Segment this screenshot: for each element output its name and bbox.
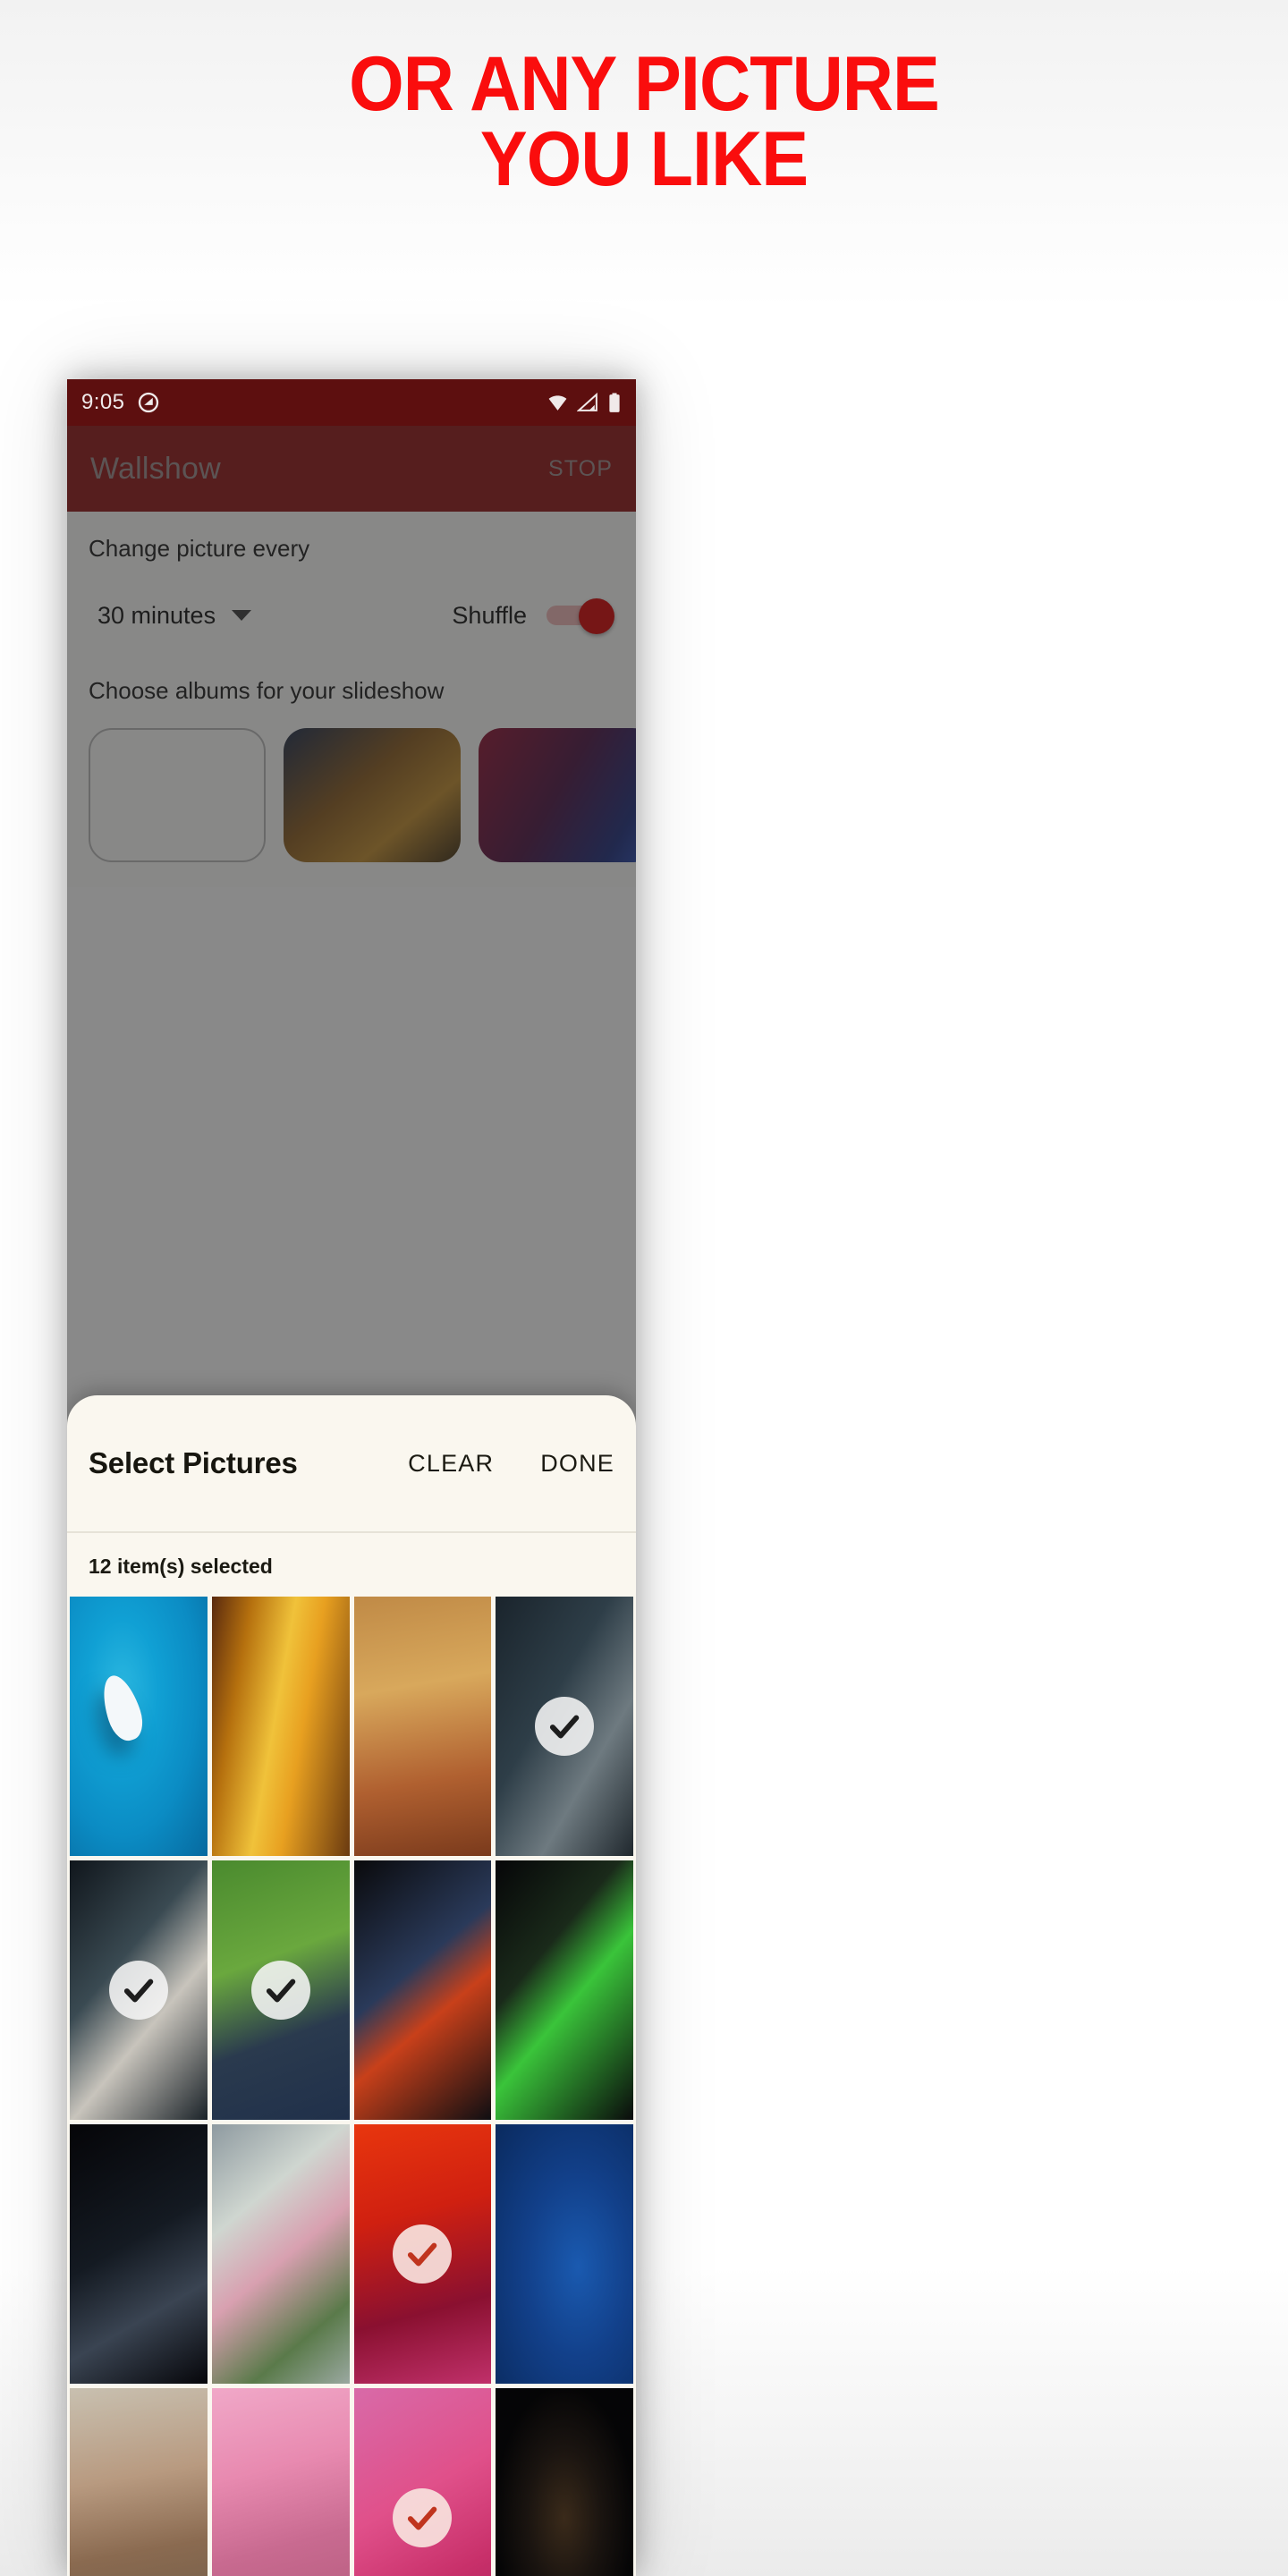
photo-cell[interactable]	[496, 2388, 633, 2576]
photo-grid	[67, 1597, 636, 2576]
toggle-thumb	[579, 598, 614, 634]
clear-button[interactable]: CLEAR	[408, 1450, 494, 1478]
status-bar-icons	[547, 392, 622, 414]
done-button[interactable]: DONE	[540, 1450, 614, 1478]
photo-cell[interactable]	[211, 1597, 350, 1856]
photo-cell[interactable]	[353, 1860, 492, 2120]
phone-screen: 9:05 Wallshow STOP Change picture every …	[67, 379, 636, 2576]
photo-rescue-boat	[353, 1860, 492, 2120]
do-not-disturb-icon	[137, 391, 160, 414]
phone-mockup: 9:05 Wallshow STOP Change picture every …	[67, 379, 636, 2576]
photo-cell[interactable]	[70, 1860, 208, 2120]
shuffle-row: Shuffle	[452, 598, 614, 634]
status-bar: 9:05	[67, 379, 636, 426]
photo-autumn-path	[70, 2388, 208, 2576]
photo-inflatable-tires	[496, 1860, 633, 2120]
stop-button[interactable]: STOP	[548, 456, 613, 482]
status-bar-clock: 9:05	[81, 390, 125, 414]
photo-cherry-blossom	[211, 2388, 350, 2576]
selected-checkmark-icon	[108, 1961, 168, 2020]
photo-airplane-window	[496, 2388, 633, 2576]
sheet-header: Select Pictures CLEAR DONE	[67, 1395, 636, 1531]
selection-count: 12 item(s) selected	[89, 1555, 273, 1578]
interval-spinner[interactable]: 30 minutes	[89, 601, 252, 630]
photo-aerial-suburb	[211, 2124, 350, 2384]
photo-cell[interactable]	[70, 2124, 208, 2384]
photo-cell[interactable]	[211, 1860, 350, 2120]
interval-label: Change picture every	[89, 535, 310, 562]
album-strip	[89, 728, 636, 862]
interval-row: 30 minutes Shuffle	[89, 598, 614, 634]
page-headline: OR ANY PICTURE YOU LIKE	[52, 46, 1237, 203]
selected-checkmark-icon	[393, 2224, 453, 2284]
photo-cell[interactable]	[353, 1597, 492, 1856]
photo-cell[interactable]	[353, 2388, 492, 2576]
photo-night-boat	[70, 2124, 208, 2384]
photo-cell[interactable]	[70, 1597, 208, 1856]
photo-cell[interactable]	[353, 2124, 492, 2384]
settings-panel: Change picture every 30 minutes Shuffle …	[67, 512, 636, 887]
shuffle-toggle[interactable]	[547, 598, 614, 634]
signal-icon	[577, 392, 599, 414]
album-desert[interactable]	[284, 728, 461, 862]
app-title: Wallshow	[90, 451, 221, 486]
selected-checkmark-icon	[535, 1697, 595, 1756]
albums-label: Choose albums for your slideshow	[89, 677, 445, 704]
photo-pink-facade	[353, 2388, 492, 2576]
interval-value: 30 minutes	[97, 601, 216, 629]
sheet-actions: CLEAR DONE	[408, 1450, 614, 1478]
selected-checkmark-icon	[393, 2488, 453, 2547]
photo-cell[interactable]	[211, 2124, 350, 2384]
photo-cell[interactable]	[70, 2388, 208, 2576]
photo-team-number-six	[353, 1597, 492, 1856]
selected-checkmark-icon	[250, 1961, 310, 2020]
add-album[interactable]	[89, 728, 266, 862]
sheet-title: Select Pictures	[89, 1446, 298, 1479]
headline-line-1: OR ANY PICTURE	[349, 41, 940, 127]
photo-soccer-celebration	[211, 1597, 350, 1856]
album-abstract[interactable]	[479, 728, 636, 862]
photo-sailboat-aerial	[70, 1597, 208, 1856]
wifi-icon	[547, 392, 569, 414]
select-pictures-sheet: Select Pictures CLEAR DONE 12 item(s) se…	[67, 1395, 636, 2576]
battery-icon	[607, 392, 622, 414]
photo-cell[interactable]	[496, 1597, 633, 1856]
app-bar: Wallshow STOP	[67, 426, 636, 512]
photo-cell[interactable]	[496, 2124, 633, 2384]
photo-cell[interactable]	[211, 2388, 350, 2576]
photo-cell[interactable]	[496, 1860, 633, 2120]
chevron-down-icon	[232, 610, 252, 621]
headline-line-2: YOU LIKE	[479, 116, 809, 203]
shuffle-label: Shuffle	[452, 601, 527, 629]
photo-oranges-blue	[496, 2124, 633, 2384]
